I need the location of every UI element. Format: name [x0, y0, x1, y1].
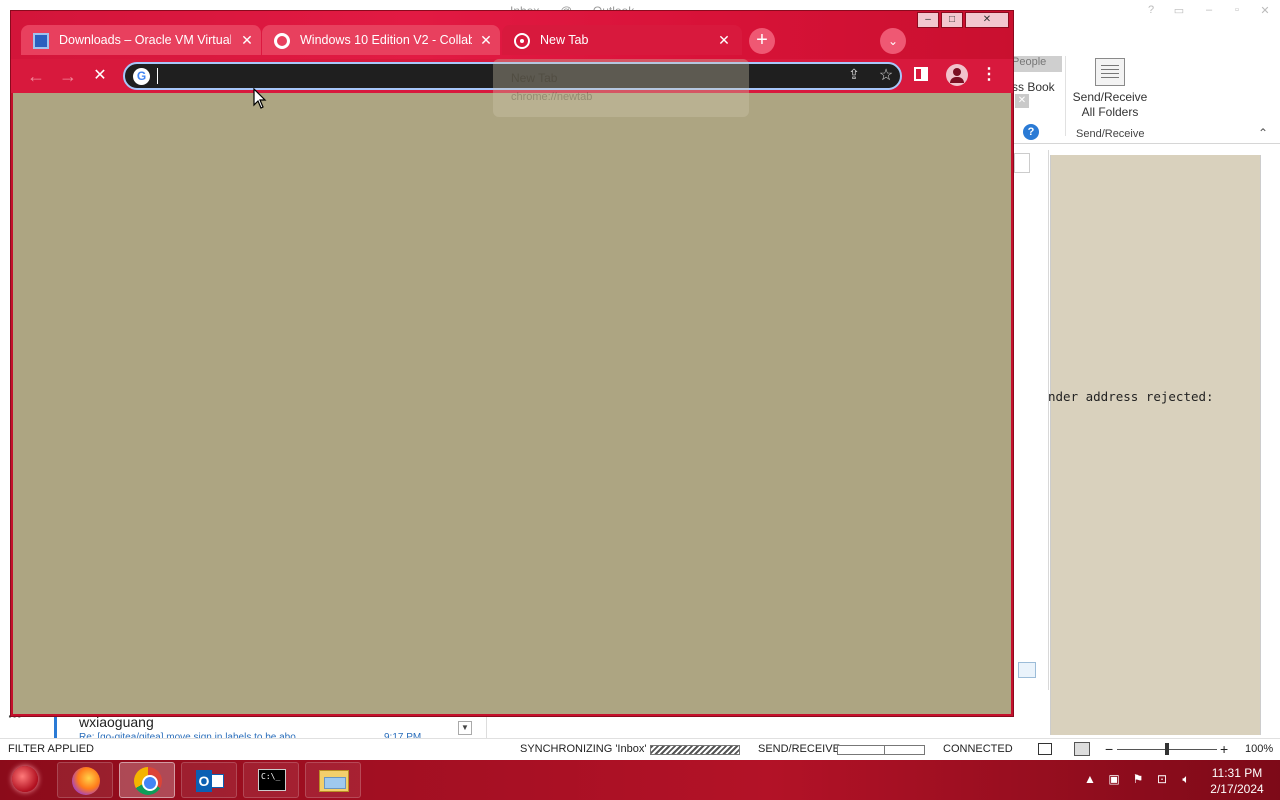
start-button[interactable] [8, 764, 44, 796]
outlook-ribbon-display-icon[interactable]: ▭ [1170, 4, 1188, 18]
address-book-button[interactable]: ss Book [1012, 80, 1055, 94]
volume-muted-icon[interactable]: 🔈︎ [1178, 772, 1194, 788]
google-icon: G [133, 68, 150, 85]
send-receive-icon [1095, 58, 1125, 86]
outlook-maximize-button[interactable]: ▫ [1228, 4, 1246, 18]
hover-card-url: chrome://newtab [511, 91, 593, 103]
virtualbox-icon [33, 33, 49, 49]
stop-loading-button[interactable]: ✕ [88, 64, 112, 88]
zoom-in-button[interactable]: + [1220, 741, 1228, 757]
reading-pane-text: nder address rejected: [1048, 389, 1214, 404]
sync-progress-bar [650, 745, 740, 755]
file-explorer-icon [319, 770, 349, 792]
bookmark-star-icon[interactable]: ☆ [875, 65, 897, 85]
reading-pane [1050, 155, 1260, 735]
tab-windows-10-edition[interactable]: Windows 10 Edition V2 - CollabS ✕ [262, 25, 500, 55]
tab-label: New Tab [540, 33, 589, 47]
tab-hover-card: New Tab chrome://newtab [493, 59, 749, 117]
send-receive-progress-bar [837, 745, 925, 755]
chrome-newtab-icon [514, 33, 530, 49]
back-button[interactable]: ← [24, 64, 48, 88]
mouse-pointer-icon [253, 88, 267, 110]
chrome-tab-strip: – □ ✕ Downloads – Oracle VM VirtualB ✕ W… [11, 11, 1013, 59]
taskbar-file-explorer[interactable] [305, 762, 361, 798]
window-controls: – □ ✕ [917, 11, 1011, 29]
system-clock[interactable]: 11:31 PM 2/17/2024 [1200, 765, 1274, 797]
taskbar-outlook[interactable]: O [181, 762, 237, 798]
zoom-out-button[interactable]: − [1105, 741, 1113, 757]
page-content [13, 93, 1011, 714]
clock-date: 2/17/2024 [1210, 782, 1264, 796]
connection-status: CONNECTED [943, 743, 1013, 755]
system-tray: ▲ ▣ ⚑ ⊡ 🔈︎ [1082, 768, 1202, 792]
send-receive-label: Send/Receive All Folders [1072, 90, 1148, 119]
taskbar-command-prompt[interactable]: C:\_ [243, 762, 299, 798]
side-panel-icon[interactable] [914, 67, 928, 81]
send-receive-progress-fill [838, 746, 886, 754]
zoom-level[interactable]: 100% [1245, 743, 1273, 755]
tab-label: Downloads – Oracle VM VirtualB [59, 33, 231, 47]
outlook-letter: O [196, 770, 212, 792]
outlook-status-bar: FILTER APPLIED SYNCHRONIZING 'Inbox' SEN… [0, 738, 1280, 760]
hover-card-title: New Tab [511, 71, 558, 85]
tab-new-tab[interactable]: New Tab ✕ [502, 25, 742, 55]
chrome-menu-icon[interactable]: ⋮ [979, 65, 999, 87]
search-people-box[interactable]: People [1010, 56, 1062, 72]
help-icon[interactable]: ? [1023, 124, 1039, 140]
taskbar-firefox[interactable] [57, 762, 113, 798]
tab-close-icon[interactable]: ✕ [239, 32, 255, 48]
windows-start-icon [12, 766, 38, 792]
send-receive-all-folders-button[interactable]: Send/Receive All Folders [1068, 56, 1152, 126]
share-icon[interactable]: ⇪ [843, 66, 865, 86]
sync-status: SYNCHRONIZING 'Inbox' [520, 743, 647, 755]
tab-close-icon[interactable]: ✕ [478, 32, 494, 48]
text-caret [157, 68, 158, 84]
show-hidden-icons-button[interactable]: ▲ [1082, 772, 1098, 788]
new-tab-button[interactable]: + [749, 28, 775, 54]
outlook-help-icon[interactable]: ? [1142, 4, 1160, 18]
ribbon-group-label: Send/Receive [1076, 128, 1145, 140]
action-center-flag-icon[interactable]: ⚑ [1130, 772, 1146, 788]
minimize-button[interactable]: – [917, 12, 939, 28]
close-window-button[interactable]: ✕ [965, 12, 1009, 28]
send-receive-status: SEND/RECEIVE [758, 743, 840, 755]
normal-view-icon[interactable] [1038, 743, 1052, 755]
forward-button[interactable]: → [56, 64, 80, 88]
windows-taskbar: O C:\_ ▲ ▣ ⚑ ⊡ 🔈︎ 11:31 PM 2/17/2024 [0, 760, 1280, 800]
picture-icon[interactable] [1018, 662, 1036, 678]
display-icon[interactable]: ▣ [1106, 772, 1122, 788]
message-list-dropdown-icon[interactable]: ▼ [458, 721, 472, 735]
taskbar-chrome[interactable] [119, 762, 175, 798]
network-icon[interactable]: ⊡ [1154, 772, 1170, 788]
maximize-button[interactable]: □ [941, 12, 963, 28]
outlook-close-button[interactable]: ✕ [1256, 4, 1274, 18]
chrome-window: – □ ✕ Downloads – Oracle VM VirtualB ✕ W… [10, 10, 1014, 717]
collapse-ribbon-icon[interactable]: ⌃ [1258, 126, 1268, 140]
outlook-side-panel [1015, 150, 1049, 690]
reading-pane-scrollbar[interactable] [1260, 155, 1270, 735]
filter-applied-status: FILTER APPLIED [8, 743, 94, 755]
panel-close-icon[interactable]: ✕ [1015, 94, 1029, 108]
tab-label: Windows 10 Edition V2 - CollabS [300, 33, 472, 47]
tab-search-button[interactable]: ⌄ [880, 28, 906, 54]
profile-avatar-icon[interactable] [946, 64, 968, 86]
clock-time: 11:31 PM [1211, 766, 1263, 780]
tab-close-icon[interactable]: ✕ [716, 32, 732, 48]
reading-view-icon[interactable] [1074, 742, 1090, 756]
panel-search-box[interactable] [1014, 153, 1030, 173]
zoom-slider-thumb[interactable] [1165, 743, 1169, 755]
chrome-icon [134, 767, 162, 795]
outlook-minimize-button[interactable]: – [1200, 4, 1218, 18]
outlook-icon: O [196, 768, 224, 794]
tab-virtualbox-downloads[interactable]: Downloads – Oracle VM VirtualB ✕ [21, 25, 261, 55]
selected-message-indicator [54, 716, 57, 738]
ribbon-separator [1065, 56, 1066, 136]
command-prompt-icon: C:\_ [258, 769, 286, 791]
firefox-icon [72, 767, 100, 795]
globe-icon [274, 33, 290, 49]
